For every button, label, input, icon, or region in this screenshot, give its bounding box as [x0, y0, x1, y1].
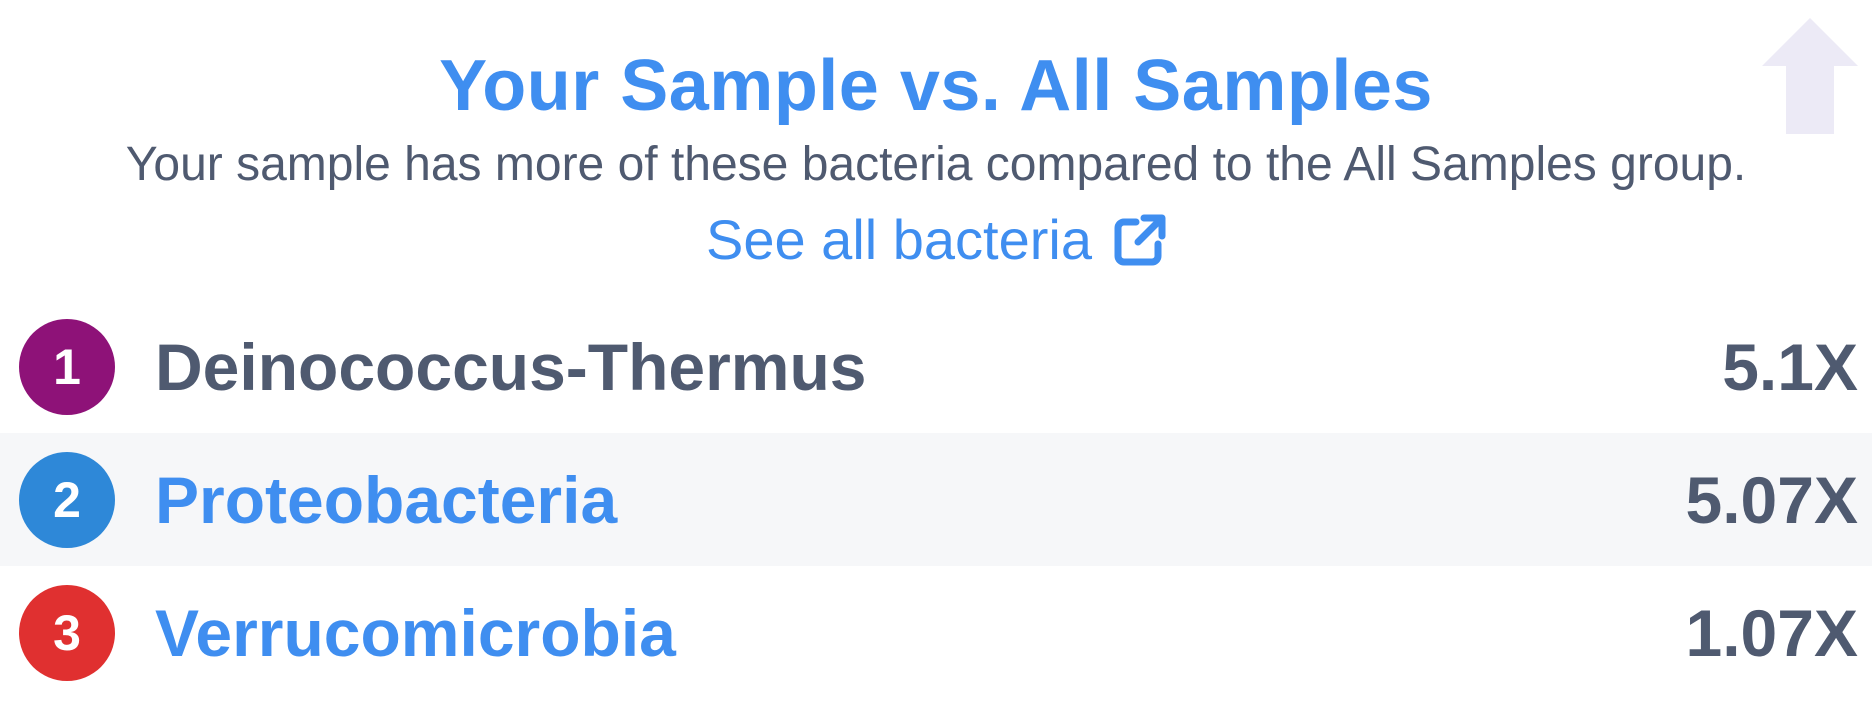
page-title: Your Sample vs. All Samples: [439, 46, 1433, 126]
fold-change-value: 5.1X: [1722, 329, 1858, 404]
bacteria-name-link[interactable]: Proteobacteria: [155, 460, 617, 540]
fold-change-value: 5.07X: [1685, 462, 1858, 537]
bacteria-row: 1 Deinococcus-Thermus 5.1X: [0, 300, 1872, 433]
page-subtitle: Your sample has more of these bacteria c…: [125, 138, 1747, 191]
see-all-bacteria-label: See all bacteria: [705, 208, 1092, 271]
external-link-icon: [1114, 214, 1166, 266]
arrow-up-icon: [1762, 18, 1858, 134]
fold-change-value: 1.07X: [1685, 595, 1858, 670]
rank-badge: 1: [19, 318, 115, 415]
rank-badge: 2: [19, 451, 115, 548]
see-all-bacteria-link[interactable]: See all bacteria: [0, 208, 1872, 272]
comparison-card: Your Sample vs. All Samples Your sample …: [0, 0, 1872, 728]
rank-badge: 3: [19, 584, 115, 681]
bacteria-row: 3 Verrucomicrobia 1.07X: [0, 566, 1872, 699]
bacteria-list: 1 Deinococcus-Thermus 5.1X 2 Proteobacte…: [0, 300, 1872, 699]
bacteria-name: Deinococcus-Thermus: [155, 329, 867, 404]
bacteria-row: 2 Proteobacteria 5.07X: [0, 433, 1872, 566]
bacteria-name-link[interactable]: Verrucomicrobia: [155, 593, 676, 673]
